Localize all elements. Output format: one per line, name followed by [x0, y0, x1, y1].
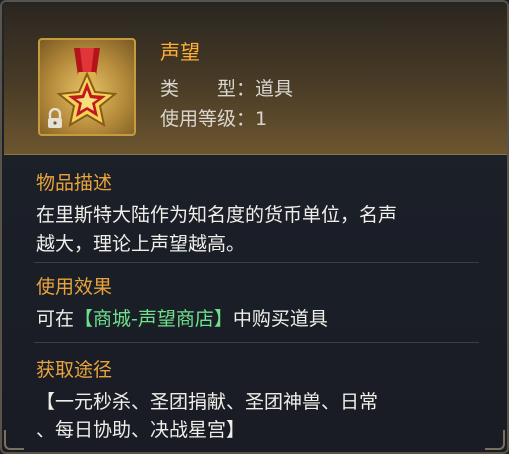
- source-title: 获取途径: [36, 359, 113, 381]
- source-line: 【一元秒杀、圣团捐献、圣团神兽、日常: [36, 391, 379, 413]
- item-level-row: 使用等级：1: [160, 104, 267, 131]
- section-divider: [34, 262, 479, 263]
- item-type-value: 道具: [255, 78, 294, 100]
- shop-link[interactable]: 【商城-声望商店】: [74, 308, 233, 330]
- section-divider: [34, 342, 479, 343]
- description-line: 在里斯特大陆作为知名度的货币单位，名声: [36, 204, 398, 226]
- item-tooltip: 声望 类 型：道具 使用等级：1 物品描述 在里斯特大陆作为知名度的货币单位，名…: [0, 0, 509, 454]
- effect-text: 可在【商城-声望商店】中购买道具: [36, 304, 328, 331]
- item-level-label: 使用等级：: [160, 108, 256, 130]
- tooltip-header: 声望 类 型：道具 使用等级：1: [4, 4, 507, 155]
- effect-prefix: 可在: [36, 308, 75, 330]
- effect-suffix: 中购买道具: [232, 308, 328, 330]
- frame-corner: [4, 430, 24, 450]
- item-icon-slot: [38, 38, 136, 136]
- item-name: 声望: [160, 40, 200, 64]
- lock-icon: [48, 108, 62, 128]
- source-line: 、每日协助、决战星宫】: [36, 419, 246, 441]
- effect-title: 使用效果: [36, 276, 113, 298]
- description-title: 物品描述: [36, 172, 113, 194]
- frame-corner: [485, 430, 505, 450]
- description-line: 越大，理论上声望越高。: [36, 233, 246, 255]
- item-level-value: 1: [255, 108, 268, 130]
- item-type-label: 类 型：: [160, 78, 256, 100]
- item-type-row: 类 型：道具: [160, 74, 293, 101]
